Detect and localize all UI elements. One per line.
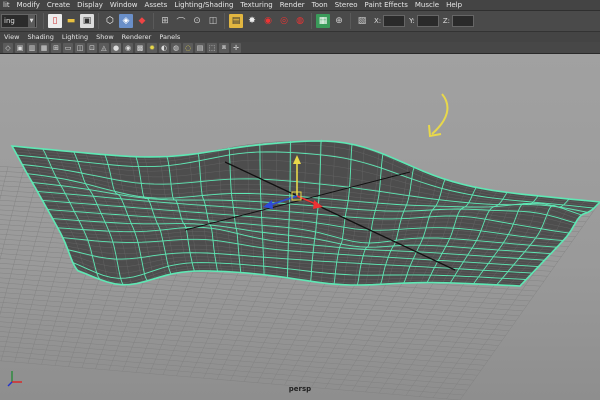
- camera-name-label: persp: [288, 385, 312, 393]
- camera-attributes-icon[interactable]: ▣: [15, 42, 25, 53]
- menu-set-dropdown[interactable]: ing ▼: [1, 14, 37, 28]
- status-line: ing ▼ ▯ ▬ ▣ ⬡ ◈ ◆ ⊞ ⌒ ⊙ ◫ ▤ ✸ ◉ ◎ ◍ ▦ ⊕ …: [0, 11, 600, 32]
- ipr-render-icon[interactable]: ◉: [261, 14, 275, 28]
- snap-curve-icon[interactable]: ⌒: [174, 14, 188, 28]
- menu-help[interactable]: Help: [443, 0, 466, 11]
- render-icon[interactable]: ✸: [245, 14, 259, 28]
- menu-paint-effects[interactable]: Paint Effects: [362, 0, 412, 11]
- backface-culling-icon[interactable]: ⬚: [207, 42, 217, 53]
- grid-toggle-icon[interactable]: ⊞: [51, 42, 61, 53]
- panel-menu-show[interactable]: Show: [92, 32, 118, 42]
- menu-render[interactable]: Render: [277, 0, 309, 11]
- panel-toolbar: ◇ ▣ ▥ ▦ ⊞ ▭ ◫ ⊡ ◬ ● ◉ ▩ ✹ ◐ ◍ ◌ ▤ ⬚ ⧈ ✛: [0, 42, 600, 54]
- save-scene-icon[interactable]: ▣: [80, 14, 94, 28]
- toolbar-separator: [98, 13, 99, 29]
- ground-grid-line: [0, 167, 25, 261]
- manipulator-display-icon[interactable]: ✛: [231, 42, 241, 53]
- snap-point-icon[interactable]: ⊙: [190, 14, 204, 28]
- z-field[interactable]: [452, 15, 475, 27]
- ground-grid-line: [0, 336, 478, 376]
- x-field-label: X:: [374, 17, 382, 25]
- new-scene-icon[interactable]: ▯: [48, 14, 62, 28]
- menu-texturing[interactable]: Texturing: [237, 0, 276, 11]
- high-quality-icon[interactable]: ▤: [195, 42, 205, 53]
- film-gate-icon[interactable]: ▭: [63, 42, 73, 53]
- ground-grid-line: [0, 350, 468, 391]
- x-field[interactable]: [383, 15, 406, 27]
- ground-grid-line: [0, 341, 475, 381]
- ground-grid-line: [0, 345, 471, 386]
- z-field-label: Z:: [442, 17, 451, 25]
- ground-grid-line: [0, 360, 461, 400]
- panel-menu-panels[interactable]: Panels: [155, 32, 184, 42]
- annotation-arrow-icon: [431, 93, 449, 135]
- attribute-editor-icon[interactable]: ▦: [316, 14, 330, 28]
- panel-menubar: View Shading Lighting Show Renderer Panels: [0, 32, 600, 42]
- y-field-label: Y:: [409, 17, 415, 25]
- image-plane-icon[interactable]: ▦: [39, 42, 49, 53]
- ground-grid-line: [0, 302, 503, 341]
- xray-icon[interactable]: ◌: [183, 42, 193, 53]
- resolution-gate-icon[interactable]: ◫: [75, 42, 85, 53]
- ground-grid-line: [0, 306, 499, 346]
- toolbar-separator: [224, 13, 225, 29]
- wireframe-icon[interactable]: ◬: [99, 42, 109, 53]
- menu-modify[interactable]: Modify: [14, 0, 44, 11]
- menu-muscle[interactable]: Muscle: [412, 0, 443, 11]
- shadows-icon[interactable]: ◐: [159, 42, 169, 53]
- select-camera-icon[interactable]: ◇: [3, 42, 13, 53]
- select-component-icon[interactable]: ◆: [135, 14, 149, 28]
- snap-grid-icon[interactable]: ⊞: [158, 14, 172, 28]
- perspective-viewport[interactable]: [0, 54, 600, 400]
- textured-icon[interactable]: ▩: [135, 42, 145, 53]
- smooth-shade-icon[interactable]: ●: [111, 42, 121, 53]
- ground-grid-line: [0, 297, 506, 336]
- snap-view-plane-icon[interactable]: ◫: [206, 14, 220, 28]
- render-view-icon[interactable]: ◍: [293, 14, 307, 28]
- menu-stereo[interactable]: Stereo: [332, 0, 362, 11]
- menu-window[interactable]: Window: [107, 0, 142, 11]
- bookmarks-icon[interactable]: ▥: [27, 42, 37, 53]
- y-field[interactable]: [416, 15, 439, 27]
- isolate-select-icon[interactable]: ◍: [171, 42, 181, 53]
- use-all-lights-icon[interactable]: ✹: [147, 42, 157, 53]
- wireframe-on-shaded-icon[interactable]: ◉: [123, 42, 133, 53]
- render-settings-icon[interactable]: ◎: [277, 14, 291, 28]
- select-object-icon[interactable]: ◈: [119, 14, 133, 28]
- panel-menu-view[interactable]: View: [0, 32, 23, 42]
- chevron-down-icon[interactable]: ▼: [28, 15, 35, 27]
- ground-grid-line: [0, 311, 496, 351]
- panel-menu-renderer[interactable]: Renderer: [118, 32, 156, 42]
- menu-lighting-shading[interactable]: Lighting/Shading: [171, 0, 237, 11]
- main-menubar: lit Modify Create Display Window Assets Lighti…: [0, 0, 600, 11]
- menu-create[interactable]: Create: [44, 0, 74, 11]
- cube-display-icon[interactable]: ⧈: [219, 42, 229, 53]
- menu-lit[interactable]: lit: [0, 0, 14, 11]
- channel-box-icon[interactable]: ▧: [355, 14, 369, 28]
- panel-menu-shading[interactable]: Shading: [23, 32, 57, 42]
- open-scene-icon[interactable]: ▬: [64, 14, 78, 28]
- menu-set-value: ing: [4, 17, 15, 25]
- panel-menu-lighting[interactable]: Lighting: [58, 32, 92, 42]
- toolbar-separator: [311, 13, 312, 29]
- history-icon[interactable]: ▤: [229, 14, 243, 28]
- viewport-scene: [0, 93, 600, 400]
- menu-display[interactable]: Display: [74, 0, 107, 11]
- toolbar-separator: [153, 13, 154, 29]
- menu-toon[interactable]: Toon: [309, 0, 332, 11]
- select-by-hierarchy-icon[interactable]: ⬡: [103, 14, 117, 28]
- safe-action-icon[interactable]: ⊡: [87, 42, 97, 53]
- tool-settings-icon[interactable]: ⊕: [332, 14, 346, 28]
- menu-assets[interactable]: Assets: [142, 0, 172, 11]
- toolbar-separator: [350, 13, 351, 29]
- toolbar-separator: [43, 13, 44, 29]
